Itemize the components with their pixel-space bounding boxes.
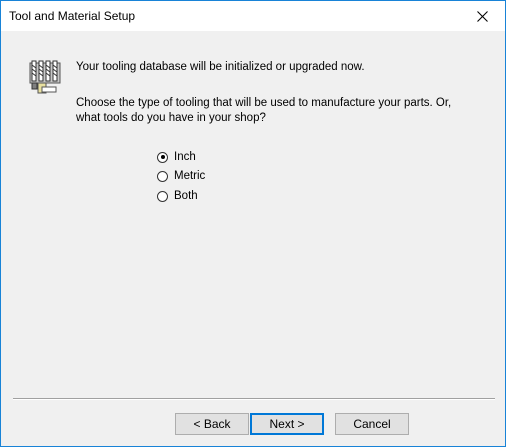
init-message: Your tooling database will be initialize… [76,61,365,73]
radio-inch-circle[interactable] [157,151,168,163]
radio-inch[interactable]: Inch [157,149,196,165]
tooling-question-line-1: Choose the type of tooling that will be … [76,97,452,109]
radio-inch-label[interactable]: Inch [174,151,196,163]
next-button[interactable]: Next > [250,413,324,435]
title-bar: Tool and Material Setup [1,1,505,31]
back-button[interactable]: < Back [175,413,249,435]
close-button[interactable] [459,1,505,31]
button-separator [13,398,495,400]
radio-metric-circle[interactable] [157,170,168,182]
setup-dialog: Tool and Material Setup Your tooling dat… [0,0,506,447]
radio-both-label[interactable]: Both [174,190,198,202]
radio-both[interactable]: Both [157,188,198,204]
cancel-button[interactable]: Cancel [335,413,409,435]
tooling-question-line-2: what tools do you have in your shop? [76,112,266,124]
radio-both-circle[interactable] [157,190,168,202]
close-icon [476,10,488,22]
radio-metric-label[interactable]: Metric [174,170,205,182]
tooling-question: Choose the type of tooling that will be … [76,96,451,126]
radio-metric[interactable]: Metric [157,168,205,184]
tooling-database-icon [29,59,63,95]
window-title: Tool and Material Setup [9,9,136,23]
